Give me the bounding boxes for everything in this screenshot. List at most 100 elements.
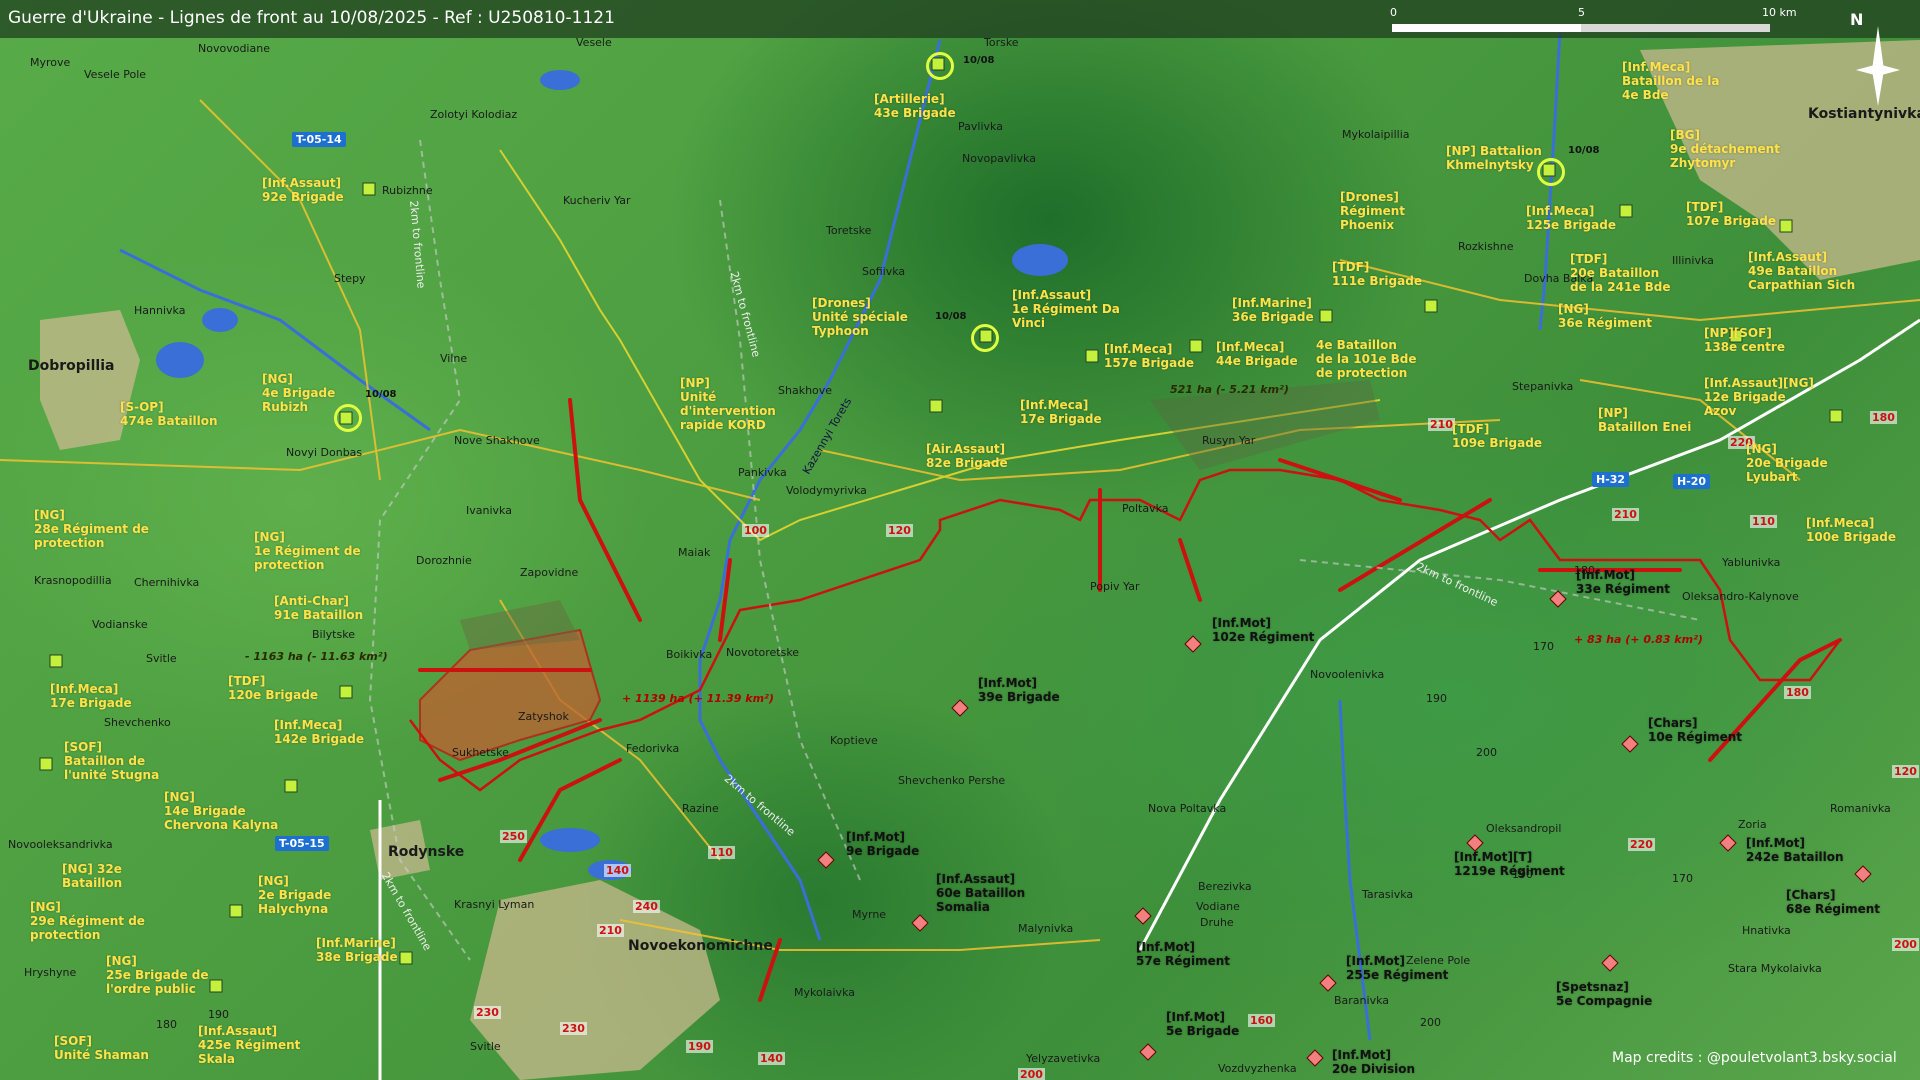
ua-unit[interactable]: [S-OP] 474e Bataillon bbox=[120, 400, 218, 428]
ru-unit[interactable]: [Inf.Mot] 39e Brigade bbox=[978, 676, 1060, 704]
ua-unit[interactable]: [NG] 36e Régiment bbox=[1558, 302, 1652, 330]
ua-unit[interactable]: [BG] 9e détachement Zhytomyr bbox=[1670, 128, 1780, 170]
town-label: Krasnyi Lyman bbox=[454, 898, 535, 911]
ua-unit[interactable]: [Inf.Assaut] 1e Régiment Da Vinci bbox=[1012, 288, 1120, 330]
ru-unit[interactable]: [Inf.Mot] 5e Brigade bbox=[1166, 1010, 1239, 1038]
route-number: 110 bbox=[708, 846, 735, 859]
lake-4 bbox=[540, 828, 600, 852]
ua-unit[interactable]: [Inf.Meca] Bataillon de la 4e Bde bbox=[1622, 60, 1720, 102]
ru-unit[interactable]: [Chars] 68e Régiment bbox=[1786, 888, 1880, 916]
town-label: Kucheriv Yar bbox=[563, 194, 631, 207]
ua-unit[interactable]: [Artillerie] 43e Brigade bbox=[874, 92, 956, 120]
ua-unit[interactable]: [Inf.Meca] 142e Brigade bbox=[274, 718, 364, 746]
ru-unit[interactable]: [Inf.Assaut] 60e Bataillon Somalia bbox=[936, 872, 1025, 914]
road-badge: H-32 bbox=[1592, 472, 1630, 487]
ua-unit[interactable]: [SOF] Bataillon de l'unité Stugna bbox=[64, 740, 159, 782]
ua-unit[interactable]: [NG] 20e Brigade Lyubart bbox=[1746, 442, 1828, 484]
ru-unit[interactable]: [Inf.Mot] 9e Brigade bbox=[846, 830, 919, 858]
route-number: 240 bbox=[633, 900, 660, 913]
route-number: 220 bbox=[1628, 838, 1655, 851]
ua-unit[interactable]: [TDF] 109e Brigade bbox=[1452, 422, 1542, 450]
ua-unit[interactable]: [TDF] 120e Brigade bbox=[228, 674, 318, 702]
ua-unit[interactable]: [NG] 32e Bataillon bbox=[62, 862, 122, 890]
town-label: Novoolenivka bbox=[1310, 668, 1385, 681]
town-label: Rubizhne bbox=[382, 184, 433, 197]
area-change: + 83 ha (+ 0.83 km²) bbox=[1574, 633, 1703, 646]
ua-unit[interactable]: [Inf.Meca] 17e Brigade bbox=[1020, 398, 1102, 426]
town-label: Vodiane bbox=[1196, 900, 1240, 913]
ua-unit[interactable]: [Inf.Meca] 17e Brigade bbox=[50, 682, 132, 710]
ua-unit[interactable]: [Inf.Assaut] 425e Régiment Skala bbox=[198, 1024, 300, 1066]
town-label: Svitle bbox=[146, 652, 177, 665]
ru-unit[interactable]: [Inf.Mot] 255e Régiment bbox=[1346, 954, 1448, 982]
lake-6 bbox=[540, 70, 580, 90]
ua-unit[interactable]: [NG] 1e Régiment de protection bbox=[254, 530, 361, 572]
highlight-ring[interactable] bbox=[926, 52, 954, 80]
ru-unit[interactable]: [Inf.Mot] 20e Division bbox=[1332, 1048, 1415, 1076]
ua-unit[interactable]: [NG] 29e Régiment de protection bbox=[30, 900, 145, 942]
route-number: 140 bbox=[758, 1052, 785, 1065]
spot-height: 200 bbox=[1476, 746, 1497, 759]
town-label: Shakhove bbox=[778, 384, 833, 397]
ua-unit[interactable]: [Drones] Régiment Phoenix bbox=[1340, 190, 1405, 232]
ru-unit[interactable]: [Inf.Mot][T] 1219e Régiment bbox=[1454, 850, 1565, 878]
ru-unit[interactable]: [Inf.Mot] 242e Bataillon bbox=[1746, 836, 1844, 864]
town-label: Zolotyi Kolodiaz bbox=[430, 108, 518, 121]
town-label: Pavlivka bbox=[958, 120, 1003, 133]
north-label: N bbox=[1850, 10, 1864, 29]
route-number: 120 bbox=[886, 524, 913, 537]
town-label: Hannivka bbox=[134, 304, 186, 317]
ua-unit[interactable]: [TDF] 111e Brigade bbox=[1332, 260, 1422, 288]
ua-unit[interactable]: [Inf.Assaut] 92e Brigade bbox=[262, 176, 344, 204]
highlight-ring[interactable] bbox=[334, 404, 362, 432]
ua-unit[interactable]: [Inf.Meca] 44e Brigade bbox=[1216, 340, 1298, 368]
ua-unit[interactable]: [NP] Battalion Khmelnytsky bbox=[1446, 144, 1542, 172]
ua-unit[interactable]: [NG] 25e Brigade de l'ordre public bbox=[106, 954, 209, 996]
ru-unit[interactable]: [Inf.Mot] 57e Régiment bbox=[1136, 940, 1230, 968]
ua-unit[interactable]: [Inf.Meca] 125e Brigade bbox=[1526, 204, 1616, 232]
ru-unit[interactable]: [Inf.Mot] 102e Régiment bbox=[1212, 616, 1314, 644]
ru-unit[interactable]: [Inf.Mot] 33e Régiment bbox=[1576, 568, 1670, 596]
ua-unit[interactable]: [NG] 28e Régiment de protection bbox=[34, 508, 149, 550]
ua-unit[interactable]: [NG] 4e Brigade Rubizh bbox=[262, 372, 335, 414]
ua-unit[interactable]: [Air.Assaut] 82e Brigade bbox=[926, 442, 1008, 470]
ua-unit[interactable]: [TDF] 107e Brigade bbox=[1686, 200, 1776, 228]
arrow-7 bbox=[1278, 458, 1402, 502]
ua-unit[interactable]: [Anti-Char] 91e Bataillon bbox=[274, 594, 363, 622]
town-label: Vozdvyzhenka bbox=[1218, 1062, 1297, 1075]
river-southeast bbox=[1338, 699, 1372, 1041]
highlight-ring[interactable] bbox=[971, 324, 999, 352]
town-label: Rusyn Yar bbox=[1202, 434, 1256, 447]
ua-unit[interactable]: [NG] 2e Brigade Halychyna bbox=[258, 874, 331, 916]
ua-marker bbox=[1619, 204, 1633, 218]
ru-unit[interactable]: [Chars] 10e Régiment bbox=[1648, 716, 1742, 744]
ua-unit[interactable]: [NP] Unité d'intervention rapide KORD bbox=[680, 376, 776, 432]
route-number: 230 bbox=[474, 1006, 501, 1019]
update-date: 10/08 bbox=[365, 389, 397, 400]
town-label: Rodynske bbox=[388, 844, 465, 860]
ua-unit[interactable]: [NP][SOF] 138e centre bbox=[1704, 326, 1785, 354]
ua-unit[interactable]: [Inf.Assaut] 49e Bataillon Carpathian Si… bbox=[1748, 250, 1855, 292]
town-label: Zoria bbox=[1738, 818, 1767, 831]
ua-unit[interactable]: [NG] 14e Brigade Chervona Kalyna bbox=[164, 790, 278, 832]
town-label: Poltavka bbox=[1122, 502, 1169, 515]
ua-unit[interactable]: [NP] Bataillon Enei bbox=[1598, 406, 1691, 434]
ua-unit[interactable]: 4e Bataillon de la 101e Bde de protectio… bbox=[1316, 338, 1417, 380]
ua-unit[interactable]: [Inf.Meca] 100e Brigade bbox=[1806, 516, 1896, 544]
map-canvas[interactable]: Guerre d'Ukraine - Lignes de front au 10… bbox=[0, 0, 1920, 1080]
ua-unit[interactable]: [Inf.Meca] 157e Brigade bbox=[1104, 342, 1194, 370]
town-label: Vodianske bbox=[92, 618, 148, 631]
route-number: 210 bbox=[1612, 508, 1639, 521]
ua-unit[interactable]: [SOF] Unité Shaman bbox=[54, 1034, 149, 1062]
ua-marker bbox=[362, 182, 376, 196]
roads bbox=[0, 99, 1920, 951]
ua-unit[interactable]: [Inf.Assaut][NG] 12e Brigade Azov bbox=[1704, 376, 1814, 418]
ua-unit[interactable]: [Inf.Marine] 38e Brigade bbox=[316, 936, 398, 964]
ua-unit[interactable]: [Drones] Unité spéciale Typhoon bbox=[812, 296, 908, 338]
road-3 bbox=[819, 419, 1501, 482]
ua-unit[interactable]: [Inf.Marine] 36e Brigade bbox=[1232, 296, 1314, 324]
spot-height: 200 bbox=[1420, 1016, 1441, 1029]
ru-unit[interactable]: [Spetsnaz] 5e Compagnie bbox=[1556, 980, 1652, 1008]
town-label: Zatyshok bbox=[518, 710, 569, 723]
ua-unit[interactable]: [TDF] 20e Bataillon de la 241e Bde bbox=[1570, 252, 1671, 294]
